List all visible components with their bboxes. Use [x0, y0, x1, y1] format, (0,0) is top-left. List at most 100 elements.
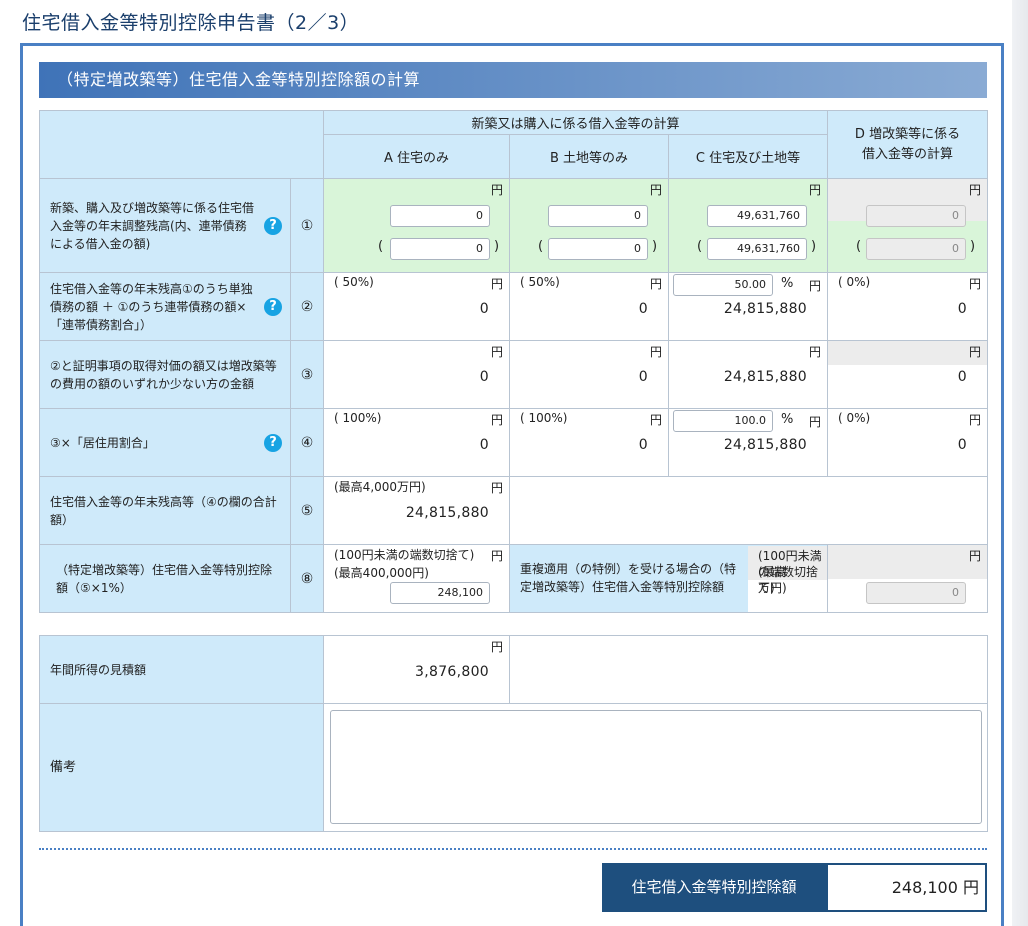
row2-c-value: 24,815,880 — [723, 301, 807, 317]
row4-a-value: 0 — [479, 437, 489, 453]
row1-b-joint-input[interactable]: 0 — [548, 238, 648, 260]
yen-unit: 円 — [808, 415, 821, 429]
row1-a-joint-input[interactable]: 0 — [390, 238, 490, 260]
open-paren: ( — [538, 239, 544, 254]
row2-label: 住宅借入金等の年末残高①のうち単独債務の額 ＋ ①のうち連帯債務の額×「連帯債務… — [50, 281, 253, 332]
row1-col-c: 円 49,631,760 ( 49,631,760 ) — [668, 178, 828, 273]
close-paren: ) — [494, 239, 500, 254]
row3-col-a: 円 0 — [323, 340, 510, 409]
row2-number: ② — [290, 272, 324, 341]
open-paren: ( — [856, 239, 862, 254]
row2-c-ratio-input[interactable]: 50.00 — [673, 274, 773, 296]
close-paren: ) — [652, 239, 658, 254]
header-col-d-line2: 借入金等の計算 — [861, 146, 953, 162]
row1-col-a: 円 0 ( 0 ) — [323, 178, 510, 273]
yen-unit: 円 — [490, 277, 503, 291]
yen-unit: 円 — [808, 183, 821, 197]
yen-unit: 円 — [490, 640, 503, 654]
duplicate-value-area: (100円未満の端数切捨て) (最高 万円) — [748, 545, 835, 612]
row2-b-value: 0 — [638, 301, 648, 317]
row4-b-value: 0 — [638, 437, 648, 453]
header-col-a: A 住宅のみ — [323, 134, 510, 179]
disabled-band — [828, 341, 987, 365]
yen-unit: 円 — [808, 345, 821, 359]
duplicate-label: 重複適用（の特例）を受ける場合の（特定増改築等）住宅借入金等特別控除額 — [510, 545, 748, 612]
row4-a-ratio: ( 100%) — [334, 411, 382, 425]
open-paren: ( — [378, 239, 384, 254]
remarks-label-cell: 備考 — [39, 703, 324, 832]
row4-col-b: ( 100%) 円 0 — [509, 408, 669, 477]
help-icon[interactable]: ? — [264, 216, 282, 235]
calculation-panel: （特定増改築等）住宅借入金等特別控除額の計算 新築又は購入に係る借入金等の計算 … — [20, 43, 1004, 926]
row4-label: ③×「居住用割合」 — [50, 435, 155, 450]
row2-a-ratio: ( 50%) — [334, 275, 374, 289]
yen-unit: 円 — [968, 345, 981, 359]
row8-rounding-note: (100円未満の端数切捨て) — [334, 548, 475, 562]
disabled-band — [828, 545, 987, 579]
deduction-amount-input[interactable]: 248,100 — [390, 582, 490, 604]
row4-col-d: ( 0%) 円 0 — [827, 408, 988, 477]
row4-c-value: 24,815,880 — [723, 437, 807, 453]
header-col-d: D 増改築等に係る 借入金等の計算 — [827, 110, 988, 179]
row1-b-input[interactable]: 0 — [548, 205, 648, 227]
row2-d-value: 0 — [957, 301, 967, 317]
row5-label-cell: 住宅借入金等の年末残高等（④の欄の合計額） — [39, 476, 291, 545]
row5-label: 住宅借入金等の年末残高等（④の欄の合計額） — [50, 494, 277, 527]
row1-d-joint-input: 0 — [866, 238, 966, 260]
row1-c-input[interactable]: 49,631,760 — [707, 205, 807, 227]
row5-col-a: (最高4,000万円) 円 24,815,880 — [323, 476, 510, 545]
close-paren: ) — [970, 239, 976, 254]
row3-c-value: 24,815,880 — [723, 369, 807, 385]
row2-col-d: ( 0%) 円 0 — [827, 272, 988, 341]
row5-number: ⑤ — [290, 476, 324, 545]
income-value: 3,876,800 — [415, 664, 489, 680]
row1-a-input[interactable]: 0 — [390, 205, 490, 227]
yen-unit: 円 — [649, 413, 662, 427]
row8-limit-note: (最高400,000円) — [334, 566, 429, 580]
remarks-textarea[interactable] — [330, 710, 982, 824]
yen-unit: 円 — [490, 183, 503, 197]
calculation-table: 新築又は購入に係る借入金等の計算 D 増改築等に係る 借入金等の計算 A 住宅の… — [39, 110, 988, 832]
percent-sign: % — [781, 276, 794, 291]
row1-number: ① — [290, 178, 324, 273]
row2-col-b: ( 50%) 円 0 — [509, 272, 669, 341]
yen-unit: 円 — [968, 413, 981, 427]
remarks-cell — [323, 703, 988, 832]
yen-unit: 円 — [649, 345, 662, 359]
yen-unit: 円 — [649, 183, 662, 197]
yen-unit: 円 — [649, 277, 662, 291]
income-label: 年間所得の見積額 — [50, 662, 147, 677]
yen-unit: 円 — [808, 279, 821, 293]
help-icon[interactable]: ? — [264, 433, 282, 452]
row4-d-ratio: ( 0%) — [838, 411, 871, 425]
row4-c-ratio-input[interactable]: 100.0 — [673, 410, 773, 432]
duplicate-limit-note: (最高 万円) — [758, 564, 835, 595]
row8-label: （特定増改築等）住宅借入金等特別控除額（⑤×1%） — [56, 562, 273, 595]
row5-blank — [509, 476, 988, 545]
row5-value: 24,815,880 — [405, 505, 489, 521]
row1-label-cell: 新築、購入及び増改築等に係る住宅借入金等の年末調整残高(内、連帯債務による借入金… — [39, 178, 291, 273]
row8-duplicate-area: 重複適用（の特例）を受ける場合の（特定増改築等）住宅借入金等特別控除額 (100… — [509, 544, 835, 613]
row4-d-value: 0 — [957, 437, 967, 453]
yen-unit: 円 — [968, 549, 981, 563]
yen-unit: 円 — [490, 481, 503, 495]
header-col-c: C 住宅及び土地等 — [668, 134, 828, 179]
header-col-b: B 土地等のみ — [509, 134, 669, 179]
row3-col-d: 円 0 — [827, 340, 988, 409]
row2-label-cell: 住宅借入金等の年末残高①のうち単独債務の額 ＋ ①のうち連帯債務の額×「連帯債務… — [39, 272, 291, 341]
window-edge-shadow — [1012, 0, 1028, 926]
help-icon[interactable]: ? — [264, 297, 282, 316]
page-title: 住宅借入金等特別控除申告書（2／3） — [22, 12, 360, 34]
row3-a-value: 0 — [479, 369, 489, 385]
row3-b-value: 0 — [638, 369, 648, 385]
section-header: （特定増改築等）住宅借入金等特別控除額の計算 — [39, 62, 987, 98]
row4-label-cell: ③×「居住用割合」 ? — [39, 408, 291, 477]
total-deduction-label: 住宅借入金等特別控除額 — [602, 863, 826, 912]
yen-unit: 円 — [490, 413, 503, 427]
row4-col-c: 100.0 % 円 24,815,880 — [668, 408, 828, 477]
dotted-divider — [39, 848, 987, 850]
income-value-cell: 円 3,876,800 — [323, 635, 510, 704]
row1-c-joint-input[interactable]: 49,631,760 — [707, 238, 807, 260]
header-col-d-line1: D 増改築等に係る — [854, 126, 961, 142]
percent-sign: % — [781, 412, 794, 427]
